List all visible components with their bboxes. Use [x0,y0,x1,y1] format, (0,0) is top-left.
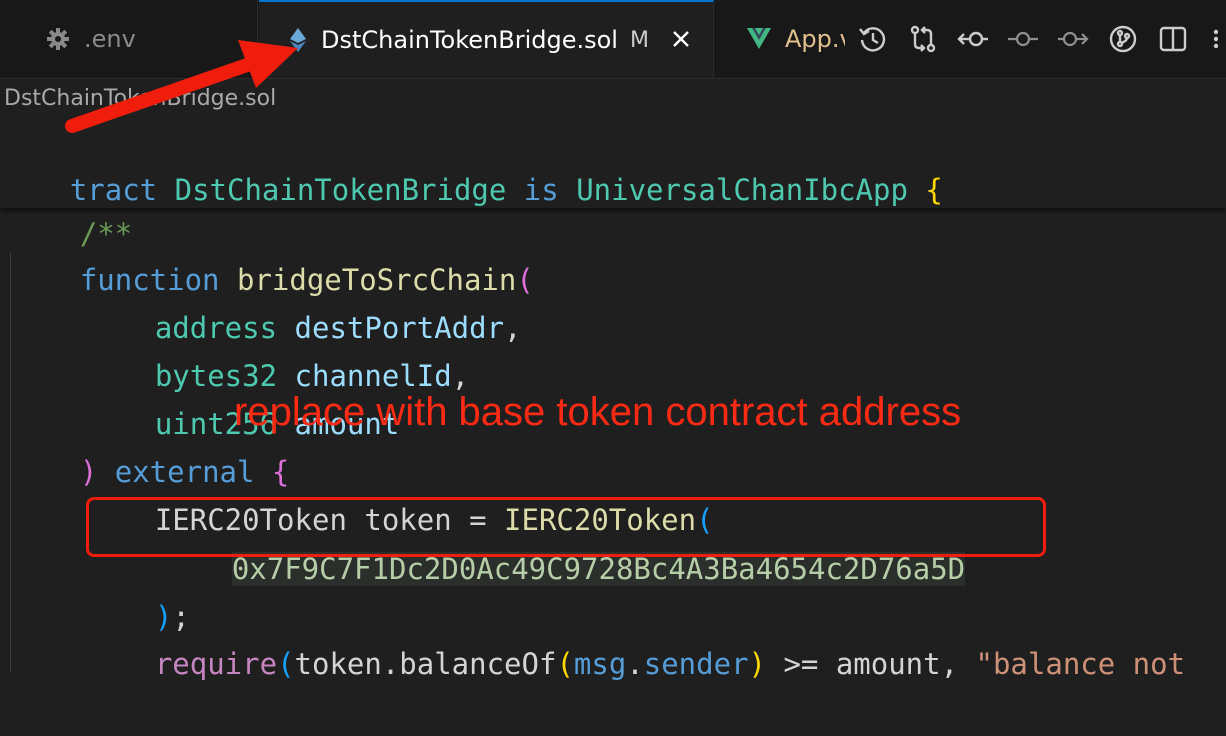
token-address[interactable]: 0x7F9C7F1Dc2D0Ac49C9728Bc4A3Ba4654c2D76a… [231,552,966,586]
commit-icon[interactable] [998,18,1048,60]
tab-label: App.v [785,25,845,53]
close-icon[interactable] [667,22,695,56]
tab-label: DstChainTokenBridge.sol [321,26,618,54]
modified-indicator: M [629,27,649,53]
code-line-comment: /** [79,217,133,251]
tab-dstchaintokenbridge-sol[interactable]: DstChainTokenBridge.sol M [259,0,714,78]
split-editor-icon[interactable] [1148,18,1198,60]
annotation-arrow [65,40,298,133]
code-line-token-decl: IERC20Token token = IERC20Token( [154,503,714,537]
source-control-graph-icon[interactable] [1098,18,1148,60]
vue-icon [747,28,771,50]
go-back-icon[interactable] [948,18,998,60]
go-forward-icon[interactable] [1048,18,1098,60]
editor-actions [848,18,1226,60]
annotation-text: replace with base token contract address [234,390,962,434]
highlight-box [86,497,1046,557]
code-line-param-channel: bytes32 channelId, [154,359,470,393]
code-line-require: require(token.balanceOf(msg.sender) >= a… [154,647,1186,681]
tab-app-vue[interactable]: App.v [715,0,845,78]
more-actions-icon[interactable] [1198,18,1226,60]
history-icon[interactable] [848,18,898,60]
compare-changes-icon[interactable] [898,18,948,60]
code-line-param-dest-port: address destPortAddr, [154,311,522,345]
